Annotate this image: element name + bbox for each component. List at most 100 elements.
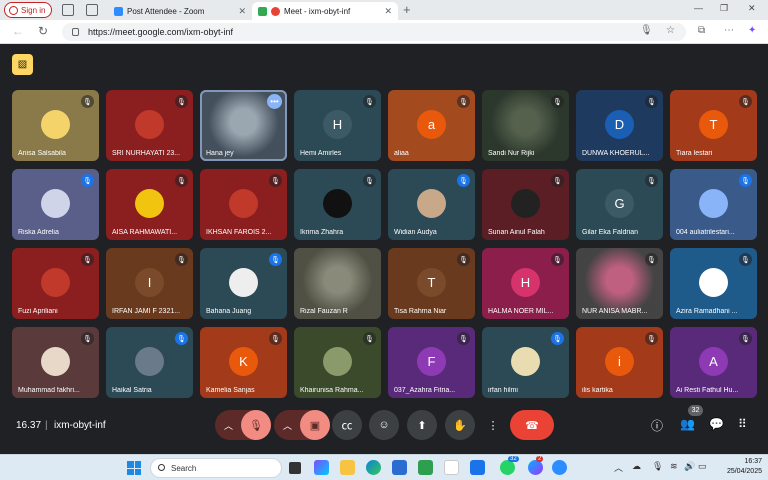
microphone-tray-icon[interactable]: 🎙 — [652, 461, 663, 472]
people-icon[interactable]: 👥 — [680, 417, 695, 431]
participant-tile[interactable]: A 🎙 Ai Resti Fathul Hu... — [670, 327, 757, 398]
close-window-icon[interactable]: ✕ — [748, 3, 756, 14]
participant-tile[interactable]: 🎙 Fuzi Apriliani — [12, 248, 99, 319]
mic-muted-icon: 🎙 — [551, 174, 564, 187]
word-icon[interactable] — [470, 460, 485, 475]
address-bar[interactable]: https://meet.google.com/ixm-obyt-inf — [62, 23, 686, 41]
amazon-icon[interactable] — [444, 460, 459, 475]
new-tab-icon[interactable]: + — [403, 2, 411, 17]
sign-in-label: Sign in — [21, 5, 46, 15]
participant-tile[interactable]: F 🎙 037_Azahra Fitria... — [388, 327, 475, 398]
close-tab-icon[interactable]: ✕ — [384, 6, 392, 17]
store-icon[interactable] — [392, 460, 407, 475]
camera-off-badge-icon[interactable]: ▧ — [12, 54, 33, 75]
participant-name: aliaa — [394, 150, 409, 157]
sign-in-button[interactable]: Sign in — [4, 2, 52, 18]
mic-muted-icon: 🎙 — [363, 332, 376, 345]
participant-tile[interactable]: I 🎙 IRFAN JAMI F 2321... — [106, 248, 193, 319]
camera-options-chevron-icon[interactable]: ︿ — [283, 419, 292, 432]
participant-tile[interactable]: 🎙 SRI NURHAYATI 23... — [106, 90, 193, 161]
extensions-icon[interactable]: ⧉ — [698, 25, 705, 36]
file-explorer-icon[interactable] — [340, 460, 355, 475]
participant-tile[interactable]: T 🎙 Tisa Rahma Niar — [388, 248, 475, 319]
participant-name: Tisa Rahma Niar — [394, 308, 447, 315]
mic-options-chevron-icon[interactable]: ︿ — [224, 419, 233, 432]
restore-icon[interactable]: ❐ — [720, 3, 728, 14]
tab-meet[interactable]: Meet - ixm-obyt-inf ✕ — [252, 2, 398, 20]
battery-icon[interactable]: ▭ — [698, 461, 707, 472]
participant-tile[interactable]: 🎙 Sunan Ainul Falah — [482, 169, 569, 240]
participant-tile[interactable]: 🎙 NUR ANISA MABR... — [576, 248, 663, 319]
participant-tile[interactable]: 🎙 Sandi Nur Rijki — [482, 90, 569, 161]
tab-zoom[interactable]: Post Attendee - Zoom ✕ — [108, 2, 252, 20]
copilot-icon[interactable]: ✦ — [748, 25, 756, 36]
participant-name: ilis kartika — [582, 387, 613, 394]
taskbar-search[interactable]: Search — [150, 458, 282, 478]
site-info-icon[interactable] — [72, 28, 79, 36]
more-options-icon[interactable]: ••• — [267, 94, 282, 109]
menu-dots-icon[interactable]: ⋯ — [724, 25, 734, 36]
participant-tile[interactable]: 🎙 irfan hilmi — [482, 327, 569, 398]
zoom-app-icon[interactable] — [552, 460, 567, 475]
activities-icon[interactable]: ⠿ — [738, 417, 747, 431]
camera-control: ︿ ▣ — [274, 410, 330, 440]
captions-button[interactable]: ㏄ — [332, 410, 362, 440]
participant-tile[interactable]: 🎙 Azira Ramadhani ... — [670, 248, 757, 319]
participant-avatar: T — [699, 110, 728, 139]
participant-tile[interactable]: i 🎙 ilis kartika — [576, 327, 663, 398]
mic-muted-icon: 🎙 — [175, 174, 188, 187]
participant-tile[interactable]: D 🎙 DUNWA KHOERUL... — [576, 90, 663, 161]
messenger-icon[interactable] — [528, 460, 543, 475]
meeting-info-icon[interactable]: ⓘ — [651, 417, 663, 434]
onedrive-icon[interactable]: ☁ — [632, 461, 641, 472]
participant-tile[interactable]: 🎙 IKHSAN FAROIS 2... — [200, 169, 287, 240]
participant-tile[interactable]: 🎙 AISA RAHMAWATI... — [106, 169, 193, 240]
participant-tile[interactable]: H 🎙 HALMA NOER MIL... — [482, 248, 569, 319]
microphone-icon[interactable]: 🎙 — [640, 25, 653, 36]
participant-tile[interactable]: 🎙 Bahana Juang — [200, 248, 287, 319]
copilot-app-icon[interactable] — [314, 460, 329, 475]
tray-chevron-icon[interactable]: ︿ — [614, 461, 623, 474]
participant-tile[interactable]: 🎙 Anisa Salsabila — [12, 90, 99, 161]
participant-tile[interactable]: G 🎙 Gilar Eka Faldrian — [576, 169, 663, 240]
participant-tile[interactable]: Rizal Fauzan R — [294, 248, 381, 319]
mic-muted-icon: 🎙 — [363, 174, 376, 187]
participant-tile[interactable]: 🎙 Haikal Satria — [106, 327, 193, 398]
chat-icon[interactable]: 💬 — [709, 417, 724, 431]
camera-off-button[interactable]: ▣ — [300, 410, 330, 440]
participant-tile[interactable]: K 🎙 Kamelia Sanjas — [200, 327, 287, 398]
participant-tile[interactable]: a 🎙 aliaa — [388, 90, 475, 161]
wifi-icon[interactable]: ≋ — [670, 461, 678, 472]
tab-actions-icon[interactable] — [86, 4, 98, 16]
system-clock[interactable]: 16:37 25/04/2025 — [712, 457, 762, 477]
present-screen-button[interactable]: ⬆ — [407, 410, 437, 440]
more-options-button[interactable]: ⋮ — [480, 410, 506, 440]
whatsapp-icon[interactable] — [500, 460, 515, 475]
close-tab-icon[interactable]: ✕ — [238, 6, 246, 17]
raise-hand-button[interactable]: ✋ — [445, 410, 475, 440]
leave-call-button[interactable]: ☎ — [510, 410, 554, 440]
participant-tile[interactable]: 🎙 Riska Adrelia — [12, 169, 99, 240]
participant-tile[interactable]: ••• Hana jey — [200, 90, 287, 161]
excel-icon[interactable] — [418, 460, 433, 475]
participant-tile[interactable]: 🎙 004 auliatrilestari... — [670, 169, 757, 240]
workspaces-icon[interactable] — [62, 4, 74, 16]
back-icon[interactable]: ← — [12, 24, 24, 38]
volume-icon[interactable]: 🔊 — [684, 461, 695, 472]
participant-tile[interactable]: 🎙 Khairunisa Rahma... — [294, 327, 381, 398]
task-view-icon[interactable] — [289, 462, 301, 474]
participant-avatar: H — [511, 268, 540, 297]
participant-tile[interactable]: T 🎙 Tiara lestari — [670, 90, 757, 161]
participant-tile[interactable]: H 🎙 Hemi Amirles — [294, 90, 381, 161]
minimize-icon[interactable]: — — [694, 3, 703, 13]
emoji-reaction-button[interactable]: ☺ — [369, 410, 399, 440]
participant-tile[interactable]: 🎙 Widian Audya — [388, 169, 475, 240]
edge-icon[interactable] — [366, 460, 381, 475]
start-button-icon[interactable] — [127, 461, 141, 475]
reload-icon[interactable]: ↻ — [38, 24, 48, 38]
mic-muted-icon: 🎙 — [269, 253, 282, 266]
participant-tile[interactable]: 🎙 Ikrima Zhahra — [294, 169, 381, 240]
mic-off-button[interactable]: 🎙 — [241, 410, 271, 440]
favorite-star-icon[interactable]: ☆ — [666, 25, 675, 36]
participant-tile[interactable]: 🎙 Muhammad fakhri... — [12, 327, 99, 398]
